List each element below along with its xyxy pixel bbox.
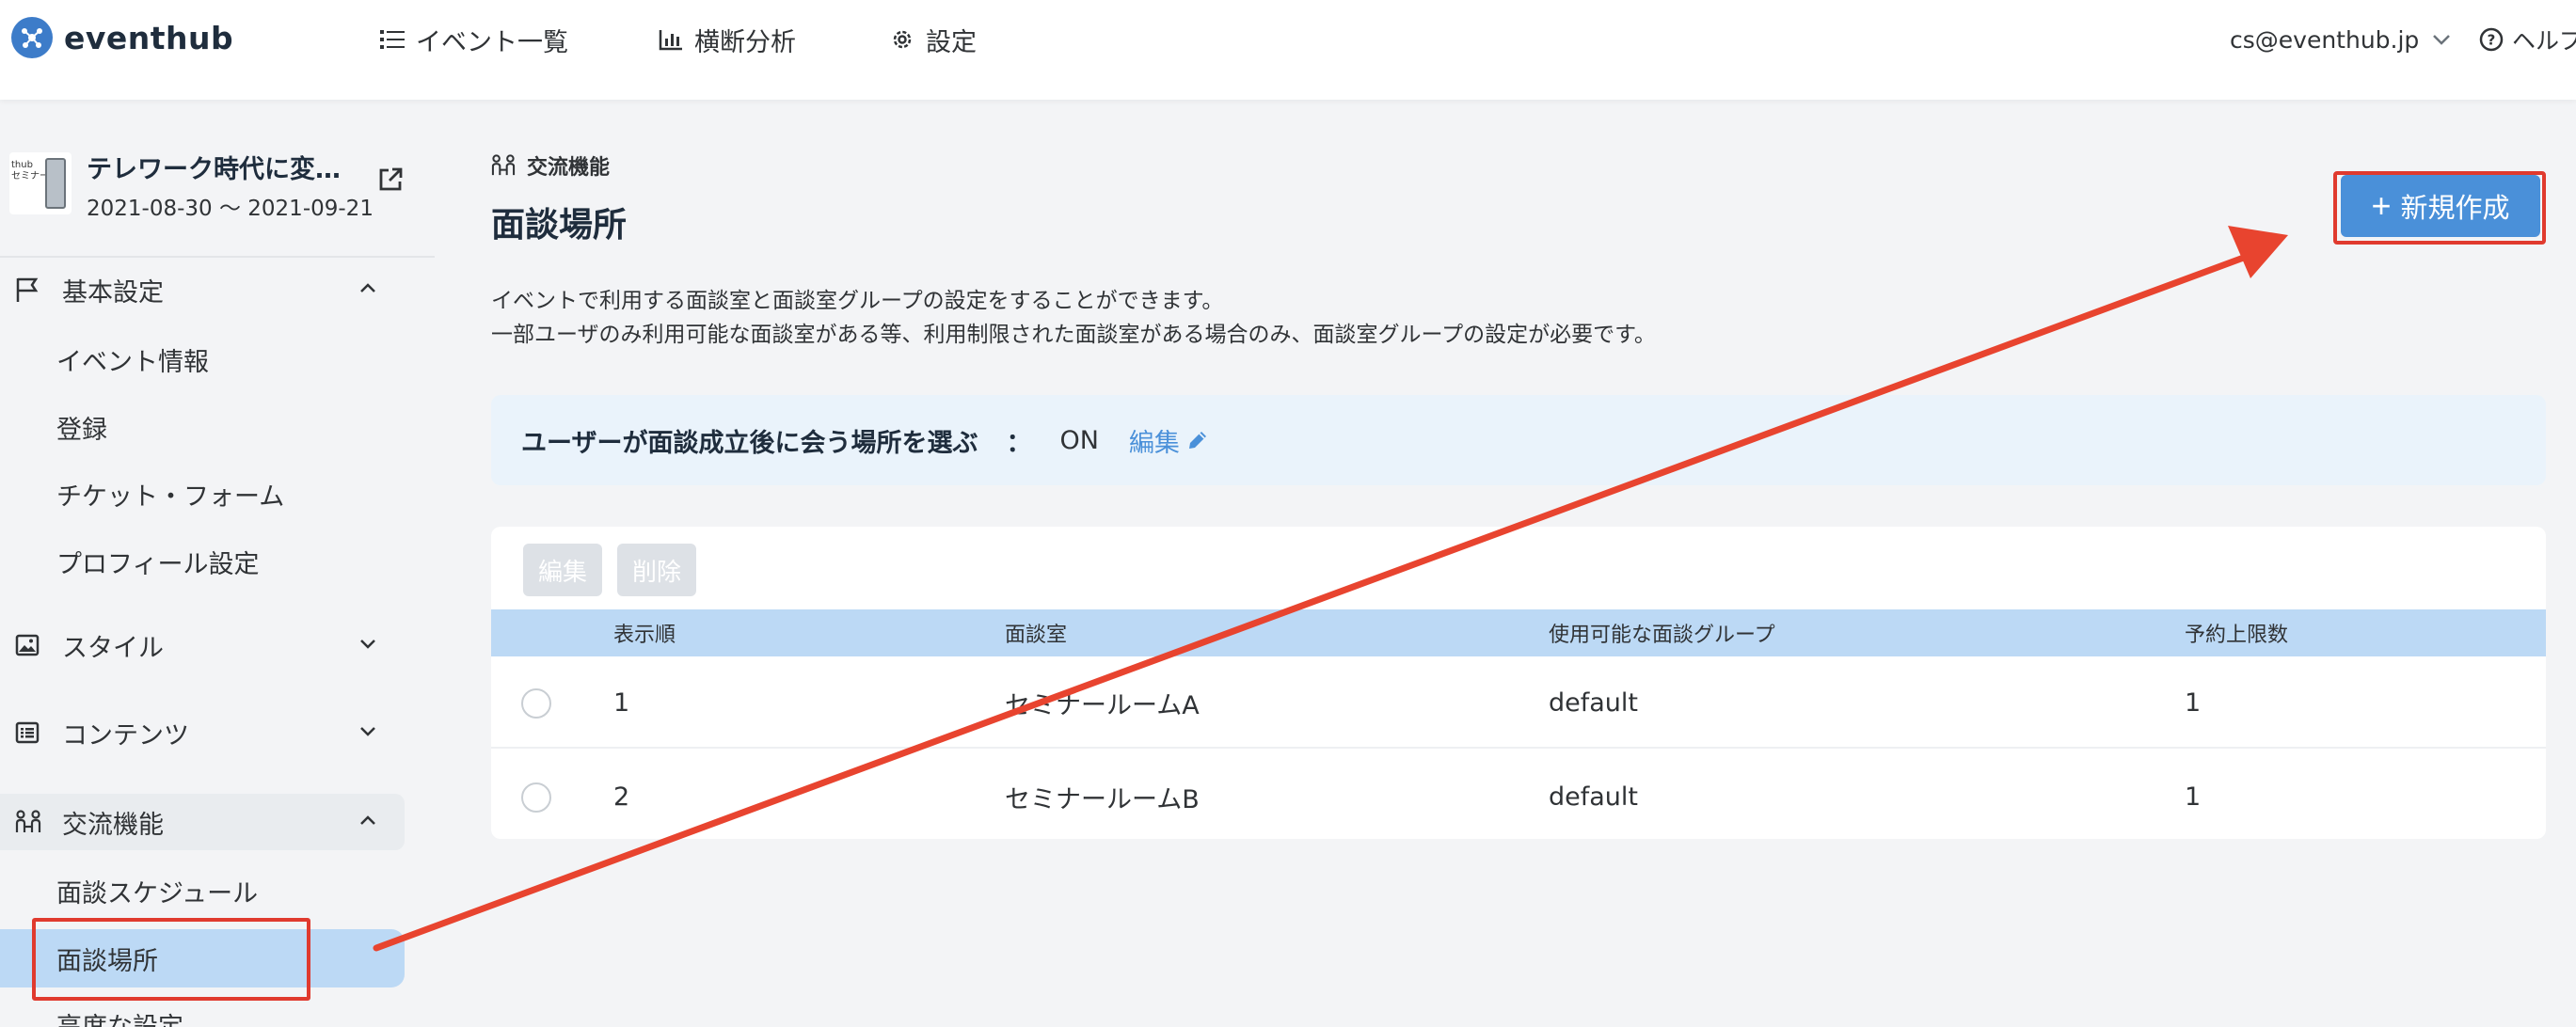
- sidebar-item-profile-settings[interactable]: プロフィール設定: [0, 532, 405, 591]
- description-line-2: 一部ユーザのみ利用可能な面談室がある等、利用制限された面談室がある場合のみ、面談…: [491, 323, 1656, 347]
- sidebar-item-meeting-schedule[interactable]: 面談スケジュール: [0, 861, 405, 920]
- logo-mark-icon: [11, 17, 53, 58]
- people-network-icon: [491, 154, 516, 176]
- sidebar-item-ticket-form[interactable]: チケット・フォーム: [0, 465, 405, 523]
- cell-group: default: [1549, 782, 1639, 812]
- cell-limit: 1: [2185, 782, 2202, 812]
- setting-value: ON: [1059, 425, 1099, 455]
- chevron-up-icon: [360, 815, 375, 825]
- nav-settings[interactable]: 設定: [890, 21, 977, 58]
- setting-colon: ：: [1006, 428, 1032, 458]
- create-new-button[interactable]: + 新規作成: [2341, 175, 2540, 237]
- sidebar-section-basic[interactable]: 基本設定: [0, 261, 405, 318]
- row-select-radio[interactable]: [521, 688, 551, 719]
- people-network-icon: [15, 810, 43, 834]
- edit-button[interactable]: 編集: [523, 544, 603, 596]
- column-header-order[interactable]: 表示順: [613, 609, 676, 656]
- description-line-1: イベントで利用する面談室と面談室グループの設定をすることができます。: [491, 289, 1224, 313]
- nav-cross-analysis[interactable]: 横断分析: [659, 21, 796, 58]
- sidebar-item-registration[interactable]: 登録: [0, 398, 405, 456]
- column-header-room[interactable]: 面談室: [1005, 609, 1067, 656]
- cell-order: 1: [613, 687, 630, 718]
- event-dates: 2021-08-30 〜 2021-09-21: [87, 197, 374, 221]
- svg-text:?: ?: [2488, 32, 2496, 49]
- setting-edit-link[interactable]: 編集: [1129, 422, 1210, 459]
- cell-room: セミナールームA: [1005, 690, 1200, 720]
- breadcrumb: 交流機能: [491, 150, 610, 181]
- sidebar-item-meeting-location[interactable]: 面談場所: [0, 929, 405, 988]
- breadcrumb-label: 交流機能: [527, 156, 611, 180]
- cell-order: 2: [613, 782, 630, 812]
- user-account-menu[interactable]: cs@eventhub.jp: [2230, 21, 2451, 58]
- setting-label: ユーザーが面談成立後に会う場所を選ぶ: [521, 428, 978, 458]
- phone-graphic: [45, 158, 66, 209]
- external-link-icon[interactable]: [376, 166, 405, 198]
- table-header: 表示順 面談室 使用可能な面談グループ 予約上限数: [491, 609, 2546, 656]
- sidebar-divider: [0, 256, 435, 258]
- bar-chart-icon: [659, 30, 682, 51]
- sidebar-section-networking-label: 交流機能: [62, 810, 164, 840]
- cell-room: セミナールームB: [1005, 784, 1200, 814]
- sidebar-item-event-info[interactable]: イベント情報: [0, 330, 405, 388]
- sidebar-section-contents[interactable]: コンテンツ: [0, 704, 405, 761]
- column-header-limit[interactable]: 予約上限数: [2185, 609, 2288, 656]
- cell-group: default: [1549, 687, 1639, 718]
- table-toolbar: 編集 削除: [523, 544, 697, 596]
- location-choice-setting: ユーザーが面談成立後に会う場所を選ぶ ： ON 編集: [491, 395, 2546, 485]
- plus-icon: +: [2371, 186, 2392, 225]
- image-icon: [15, 634, 43, 656]
- page-description: イベントで利用する面談室と面談室グループの設定をすることができます。 一部ユーザ…: [491, 284, 1656, 352]
- help-link[interactable]: ? ヘルプ: [2478, 21, 2576, 58]
- sidebar-section-contents-label: コンテンツ: [62, 720, 189, 750]
- table-row[interactable]: 1 セミナールームA default 1: [491, 656, 2546, 749]
- sidebar: thub セミナー テレワーク時代に変… 2021-08-30 〜 2021-0…: [0, 100, 435, 1027]
- table-row[interactable]: 2 セミナールームB default 1: [491, 750, 2546, 839]
- delete-button[interactable]: 削除: [617, 544, 697, 596]
- help-circle-icon: ?: [2479, 27, 2504, 52]
- top-header: eventhub イベント一覧 横断分析 設定 cs@eventhub.jp ?…: [0, 0, 2576, 100]
- chevron-up-icon: [360, 283, 375, 292]
- page-title: 面談場所: [491, 206, 628, 245]
- nav-event-list[interactable]: イベント一覧: [380, 21, 568, 58]
- meeting-room-table: 編集 削除 表示順 面談室 使用可能な面談グループ 予約上限数 1 セミナールー…: [491, 527, 2546, 839]
- gear-icon: [893, 30, 912, 49]
- chevron-down-icon: [360, 640, 375, 649]
- sidebar-section-basic-label: 基本設定: [62, 277, 164, 308]
- chevron-down-icon: [2433, 35, 2451, 45]
- list-icon: [380, 30, 405, 49]
- nav-event-list-label: イベント一覧: [416, 27, 568, 57]
- event-thumbnail-text: thub セミナー: [11, 160, 49, 182]
- sidebar-item-advanced-settings[interactable]: 高度な設定: [56, 1006, 183, 1027]
- nav-cross-analysis-label: 横断分析: [694, 27, 796, 57]
- sidebar-section-style-label: スタイル: [62, 633, 164, 663]
- current-event-card[interactable]: thub セミナー テレワーク時代に変… 2021-08-30 〜 2021-0…: [0, 149, 435, 261]
- flag-icon: [15, 276, 43, 303]
- sidebar-section-networking[interactable]: 交流機能: [0, 794, 405, 850]
- create-new-label: 新規作成: [2400, 194, 2510, 224]
- help-label: ヘルプ: [2512, 27, 2576, 55]
- cell-limit: 1: [2185, 687, 2202, 718]
- row-select-radio[interactable]: [521, 782, 551, 813]
- user-email: cs@eventhub.jp: [2230, 25, 2420, 54]
- column-header-group[interactable]: 使用可能な面談グループ: [1549, 609, 1775, 656]
- chevron-down-icon: [360, 727, 375, 736]
- event-thumbnail: thub セミナー: [9, 152, 72, 214]
- eventhub-logo[interactable]: eventhub: [11, 17, 233, 58]
- sidebar-section-style[interactable]: スタイル: [0, 617, 405, 673]
- pencil-icon: [1188, 432, 1206, 449]
- setting-edit-label: 編集: [1128, 428, 1180, 458]
- logo-text: eventhub: [64, 19, 234, 56]
- event-title: テレワーク時代に変…: [87, 155, 341, 184]
- list-box-icon: [15, 721, 43, 744]
- nav-settings-label: 設定: [926, 27, 977, 57]
